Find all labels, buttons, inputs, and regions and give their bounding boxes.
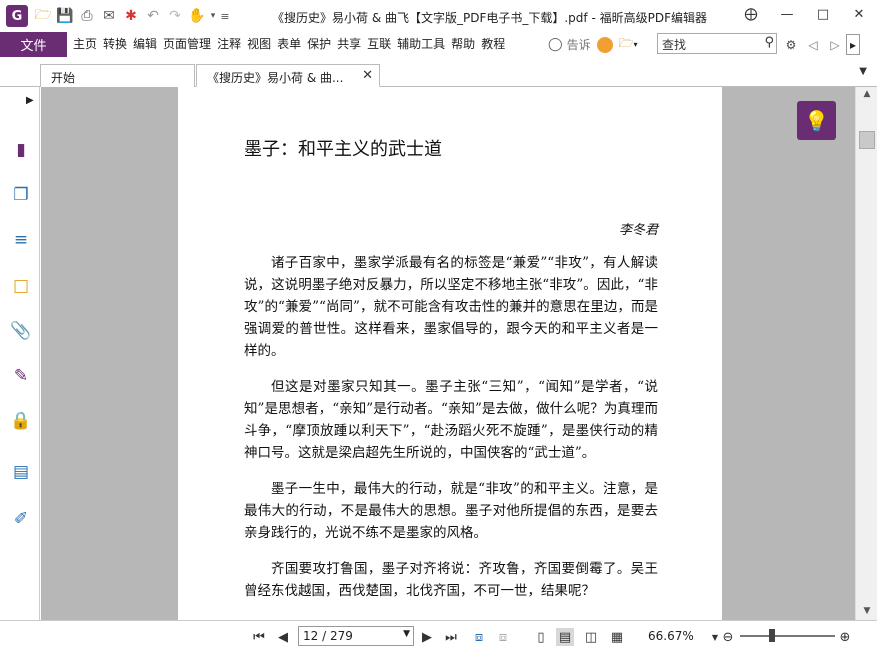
status-bar: ⏮ ◀ 12 / 279 ▼ ▶ ⏭ ⧈ ⧈ ▯ ▤ ◫ ▦ 66.67% ▼ … (0, 620, 877, 651)
last-page-icon[interactable]: ⏭ (442, 628, 460, 646)
menu-connect[interactable]: 互联 (364, 32, 394, 57)
chevron-left-icon[interactable]: ◁ (802, 34, 824, 55)
page-number-value: 12 / 279 (303, 629, 353, 643)
continuous-page-icon[interactable]: ▤ (556, 628, 574, 646)
document-heading: 墨子：和平主义的武士道 (244, 139, 442, 160)
paragraph: 诸子百家中，墨家学派最有名的标签是“兼爱”“非攻”，有人解读说，这说明墨子绝对反… (244, 255, 658, 359)
zoom-out-icon[interactable]: ⊖ (719, 628, 737, 646)
title-bar: G 🗁 💾 ⎙ ✉ ✱ ↶ ↷ ✋ ▾ ≡ 《搜历史》易小荷 & 曲飞【文字版_… (0, 0, 877, 32)
chevron-right-icon[interactable]: ▷ (824, 34, 846, 55)
find-folder-icon[interactable]: 🗁 (619, 34, 634, 55)
menu-page-manage[interactable]: 页面管理 (160, 32, 214, 57)
menu-home[interactable]: 主页 (70, 32, 100, 57)
page-number-input[interactable]: 12 / 279 ▼ (298, 626, 414, 646)
facing-pages-icon[interactable]: ◫ (582, 628, 600, 646)
chevron-down-icon[interactable]: ▾ (208, 5, 218, 27)
layout-icon[interactable]: ⨁ (733, 0, 769, 28)
file-menu[interactable]: 文件 (0, 32, 67, 57)
attachment-icon[interactable]: 📎 (10, 320, 32, 342)
document-page: 墨子：和平主义的武士道 李冬君 诸子百家中，墨家学派最有名的标签是“兼爱”“非攻… (178, 87, 722, 620)
search-icon[interactable]: ⚲ (764, 35, 774, 50)
page-icon[interactable]: ▮ (10, 139, 32, 161)
menu-bar: 文件 主页 转换 编辑 页面管理 注释 视图 表单 保护 共享 互联 辅助工具 … (0, 32, 877, 57)
zoom-in-icon[interactable]: ⊕ (836, 628, 854, 646)
lightbulb-icon[interactable]: ◯ (548, 37, 563, 52)
menu-comment[interactable]: 注释 (214, 32, 244, 57)
settings-icon[interactable]: ⚙ (780, 34, 802, 55)
document-body: 诸子百家中，墨家学派最有名的标签是“兼爱”“非攻”，有人解读说，这说明墨子绝对反… (244, 252, 658, 616)
menu-convert[interactable]: 转换 (100, 32, 130, 57)
feedback-icon[interactable] (596, 36, 613, 53)
tell-me[interactable]: 告诉 (567, 36, 591, 53)
quick-access-toolbar: 🗁 💾 ⎙ ✉ ✱ ↶ ↷ ✋ ▾ ≡ (32, 5, 232, 27)
comments-icon[interactable]: □ (10, 275, 32, 297)
document-canvas[interactable]: 墨子：和平主义的武士道 李冬君 诸子百家中，墨家学派最有名的标签是“兼爱”“非攻… (41, 87, 855, 620)
document-author: 李冬君 (618, 223, 658, 238)
paragraph: 但这是对墨家只知其一。墨子主张“三知”，“闻知”是学者，“说知”是思想者，“亲知… (244, 379, 658, 461)
lock-icon[interactable]: 🔒 (10, 410, 32, 432)
open-folder-icon[interactable]: 🗁 (32, 5, 54, 27)
certificate-icon[interactable]: ✐ (10, 508, 32, 530)
menu-help[interactable]: 帮助 (448, 32, 478, 57)
vertical-scrollbar[interactable]: ▲ ▼ (855, 87, 877, 620)
menu-accessibility[interactable]: 辅助工具 (394, 32, 448, 57)
save-icon[interactable]: 💾 (54, 5, 76, 27)
zoom-level[interactable]: 66.67% (648, 629, 694, 643)
redo-icon[interactable]: ↷ (164, 5, 186, 27)
single-page-icon[interactable]: ▯ (532, 628, 550, 646)
email-icon[interactable]: ✉ (98, 5, 120, 27)
sidebar-expand-icon[interactable]: ▶ (26, 95, 34, 106)
window-title: 《搜历史》易小荷 & 曲飞【文字版_PDF电子书_下载】.pdf - 福昕高级P… (272, 11, 707, 25)
app-logo[interactable]: G (6, 5, 28, 27)
close-icon[interactable]: ✕ (362, 68, 373, 83)
tab-document[interactable]: 《搜历史》易小荷 & 曲... ✕ (196, 64, 380, 87)
signature-icon[interactable]: ✎ (10, 365, 32, 387)
paragraph: 齐国要攻打鲁国，墨子对齐将说：齐攻鲁，齐国要倒霉了。吴王曾经东伐越国，西伐楚国，… (244, 561, 658, 599)
continuous-facing-icon[interactable]: ▦ (608, 628, 626, 646)
document-tab-bar: 开始 《搜历史》易小荷 & 曲... ✕ ▼ (0, 60, 877, 87)
scroll-thumb[interactable] (859, 131, 875, 149)
menu-share[interactable]: 共享 (334, 32, 364, 57)
minimize-icon[interactable]: — (769, 0, 805, 28)
close-icon[interactable]: ✕ (841, 0, 877, 28)
pages-thumbnail-icon[interactable]: ❐ (10, 184, 32, 206)
previous-page-icon[interactable]: ◀ (274, 628, 292, 646)
chevron-down-icon[interactable]: ▼ (403, 629, 410, 639)
menu-edit[interactable]: 编辑 (130, 32, 160, 57)
scroll-up-icon[interactable]: ▲ (859, 87, 875, 101)
print-icon[interactable]: ⎙ (76, 5, 98, 27)
window-controls: ⨁ — □ ✕ (733, 0, 877, 28)
previous-view-icon[interactable]: ⧈ (470, 628, 488, 646)
undo-icon[interactable]: ↶ (142, 5, 164, 27)
new-icon[interactable]: ✱ (120, 5, 142, 27)
tab-start[interactable]: 开始 (40, 64, 195, 87)
lightbulb-icon[interactable]: 💡 (797, 101, 836, 140)
ribbon-expand-icon[interactable]: ▸ (846, 34, 860, 55)
navigation-sidebar: ▶ ▮ ❐ ≡ □ 📎 ✎ 🔒 ▤ ✐ (0, 87, 40, 620)
next-view-icon[interactable]: ⧈ (494, 628, 512, 646)
form-icon[interactable]: ▤ (10, 461, 32, 483)
scroll-down-icon[interactable]: ▼ (859, 604, 875, 618)
chevron-down-icon[interactable]: ▾ (633, 40, 637, 49)
zoom-slider-knob[interactable] (769, 629, 775, 642)
tab-document-label: 《搜历史》易小荷 & 曲... (207, 71, 344, 85)
tab-start-label: 开始 (51, 71, 76, 85)
more-icon[interactable]: ≡ (218, 5, 232, 27)
paragraph: 墨子一生中，最伟大的行动，就是“非攻”的和平主义。注意，是最伟大的行动，不是最伟… (244, 481, 658, 541)
layers-icon[interactable]: ≡ (10, 229, 32, 251)
menu-protect[interactable]: 保护 (304, 32, 334, 57)
hand-tool-icon[interactable]: ✋ (186, 5, 208, 27)
first-page-icon[interactable]: ⏮ (250, 628, 268, 646)
menu-form[interactable]: 表单 (274, 32, 304, 57)
menu-tutorial[interactable]: 教程 (478, 32, 508, 57)
search-input[interactable]: 查找 ⚲ (657, 33, 777, 54)
maximize-icon[interactable]: □ (805, 0, 841, 28)
next-page-icon[interactable]: ▶ (418, 628, 436, 646)
search-placeholder: 查找 (662, 38, 687, 52)
tab-list-dropdown-icon[interactable]: ▼ (859, 66, 867, 77)
menu-view[interactable]: 视图 (244, 32, 274, 57)
menu-extra-controls: ⚙ ◁ ▷ ▸ (780, 34, 860, 55)
zoom-slider[interactable] (740, 635, 835, 637)
